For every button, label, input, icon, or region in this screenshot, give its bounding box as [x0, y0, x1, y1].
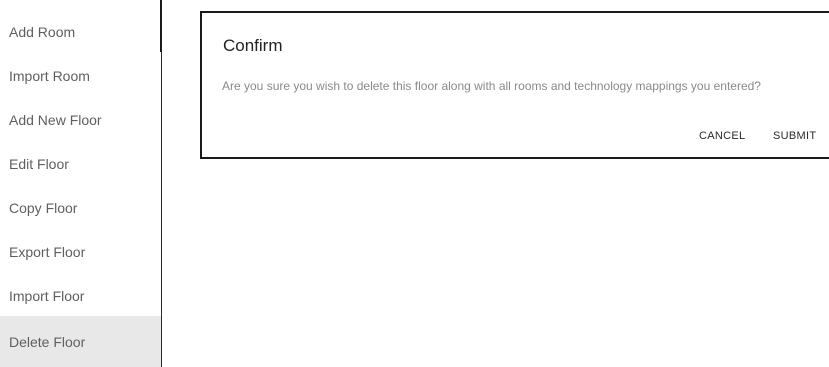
submit-button[interactable]: SUBMIT [773, 130, 816, 142]
cancel-button[interactable]: CANCEL [699, 130, 745, 142]
menu-item-delete-floor[interactable]: Delete Floor [0, 316, 161, 367]
menu-item-copy-floor[interactable]: Copy Floor [0, 186, 161, 230]
menu-item-add-room[interactable]: Add Room [0, 10, 161, 54]
menu-item-add-new-floor[interactable]: Add New Floor [0, 98, 161, 142]
menu-item-import-floor[interactable]: Import Floor [0, 274, 161, 318]
menu-divider [160, 0, 162, 52]
dialog-message: Are you sure you wish to delete this flo… [222, 79, 761, 93]
confirm-dialog: Confirm Are you sure you wish to delete … [200, 11, 829, 159]
menu-item-export-floor[interactable]: Export Floor [0, 230, 161, 274]
screen: Add Room Import Room Add New Floor Edit … [0, 0, 829, 367]
menu-item-import-room[interactable]: Import Room [0, 54, 161, 98]
dialog-title: Confirm [223, 36, 283, 55]
menu-item-edit-floor[interactable]: Edit Floor [0, 142, 161, 186]
menu-divider [161, 52, 162, 367]
floor-actions-menu: Add Room Import Room Add New Floor Edit … [0, 0, 162, 367]
